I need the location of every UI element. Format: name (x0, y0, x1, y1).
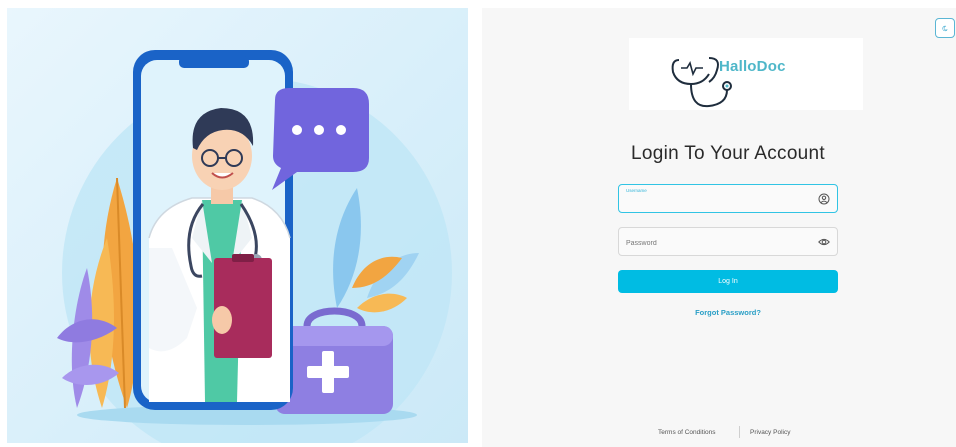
username-field[interactable]: Username (618, 184, 838, 213)
theme-toggle-button[interactable] (935, 18, 955, 38)
moon-icon (942, 25, 948, 31)
footer-divider (739, 426, 740, 438)
hero-illustration (7, 8, 468, 443)
terms-link[interactable]: Terms of Conditions (658, 429, 715, 436)
login-button[interactable]: Log In (618, 270, 838, 293)
username-input[interactable] (626, 191, 811, 209)
page-title: Login To Your Account (631, 143, 825, 164)
eye-icon[interactable] (818, 236, 830, 248)
forgot-password-link[interactable]: Forgot Password? (618, 308, 838, 317)
password-field[interactable] (618, 227, 838, 256)
doctor-phone-illustration (57, 50, 452, 443)
password-input[interactable] (626, 234, 811, 252)
privacy-policy-link[interactable]: Privacy Policy (750, 429, 790, 436)
user-circle-icon (818, 193, 830, 205)
brand-name: HalloDoc (719, 58, 786, 75)
